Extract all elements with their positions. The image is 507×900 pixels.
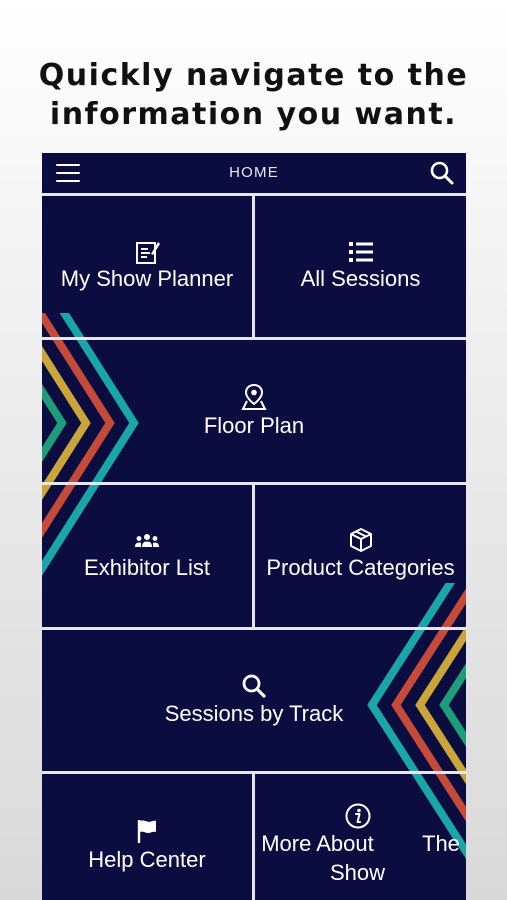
tile-exhibitor-list[interactable]: Exhibitor List bbox=[42, 485, 252, 627]
tile-more-about-show[interactable]: More About Show The bbox=[255, 774, 466, 900]
tile-product-categories[interactable]: Product Categories bbox=[255, 485, 466, 627]
search-icon[interactable] bbox=[428, 159, 456, 187]
people-icon bbox=[135, 534, 159, 547]
tile-floor-plan[interactable]: Floor Plan bbox=[42, 340, 466, 482]
headline-line-1: Quickly navigate to the bbox=[38, 58, 469, 93]
tile-label: Floor Plan bbox=[203, 413, 305, 438]
tile-label: My Show Planner bbox=[60, 266, 234, 291]
map-pin-icon bbox=[241, 383, 267, 410]
app-screen: HOME My Show Planner All Sessions Floor … bbox=[42, 153, 466, 900]
tile-all-sessions[interactable]: All Sessions bbox=[255, 196, 466, 337]
tile-label: Product Categories bbox=[266, 555, 455, 580]
tile-sessions-by-track[interactable]: Sessions by Track bbox=[42, 630, 466, 771]
box-icon bbox=[349, 528, 372, 552]
search-icon bbox=[242, 674, 266, 698]
tile-label: Sessions by Track bbox=[164, 701, 344, 726]
tile-help-center[interactable]: Help Center bbox=[42, 774, 252, 900]
planner-icon bbox=[136, 242, 160, 264]
top-nav-bar: HOME bbox=[42, 153, 466, 193]
promo-headline: Quickly navigate to the information you … bbox=[0, 56, 507, 134]
tile-label: Help Center bbox=[88, 847, 206, 872]
tile-label: Exhibitor List bbox=[84, 555, 210, 580]
headline-line-2: information you want. bbox=[49, 97, 458, 132]
flag-icon bbox=[137, 820, 156, 843]
tile-label-line-1: More About bbox=[261, 831, 374, 856]
list-icon bbox=[348, 242, 373, 262]
page-title: HOME bbox=[229, 164, 279, 181]
tile-label-overflow: The bbox=[422, 831, 460, 856]
info-icon bbox=[345, 803, 371, 829]
tile-my-show-planner[interactable]: My Show Planner bbox=[42, 196, 252, 337]
tile-label-line-2: Show bbox=[329, 860, 386, 885]
tile-label: All Sessions bbox=[300, 266, 421, 291]
